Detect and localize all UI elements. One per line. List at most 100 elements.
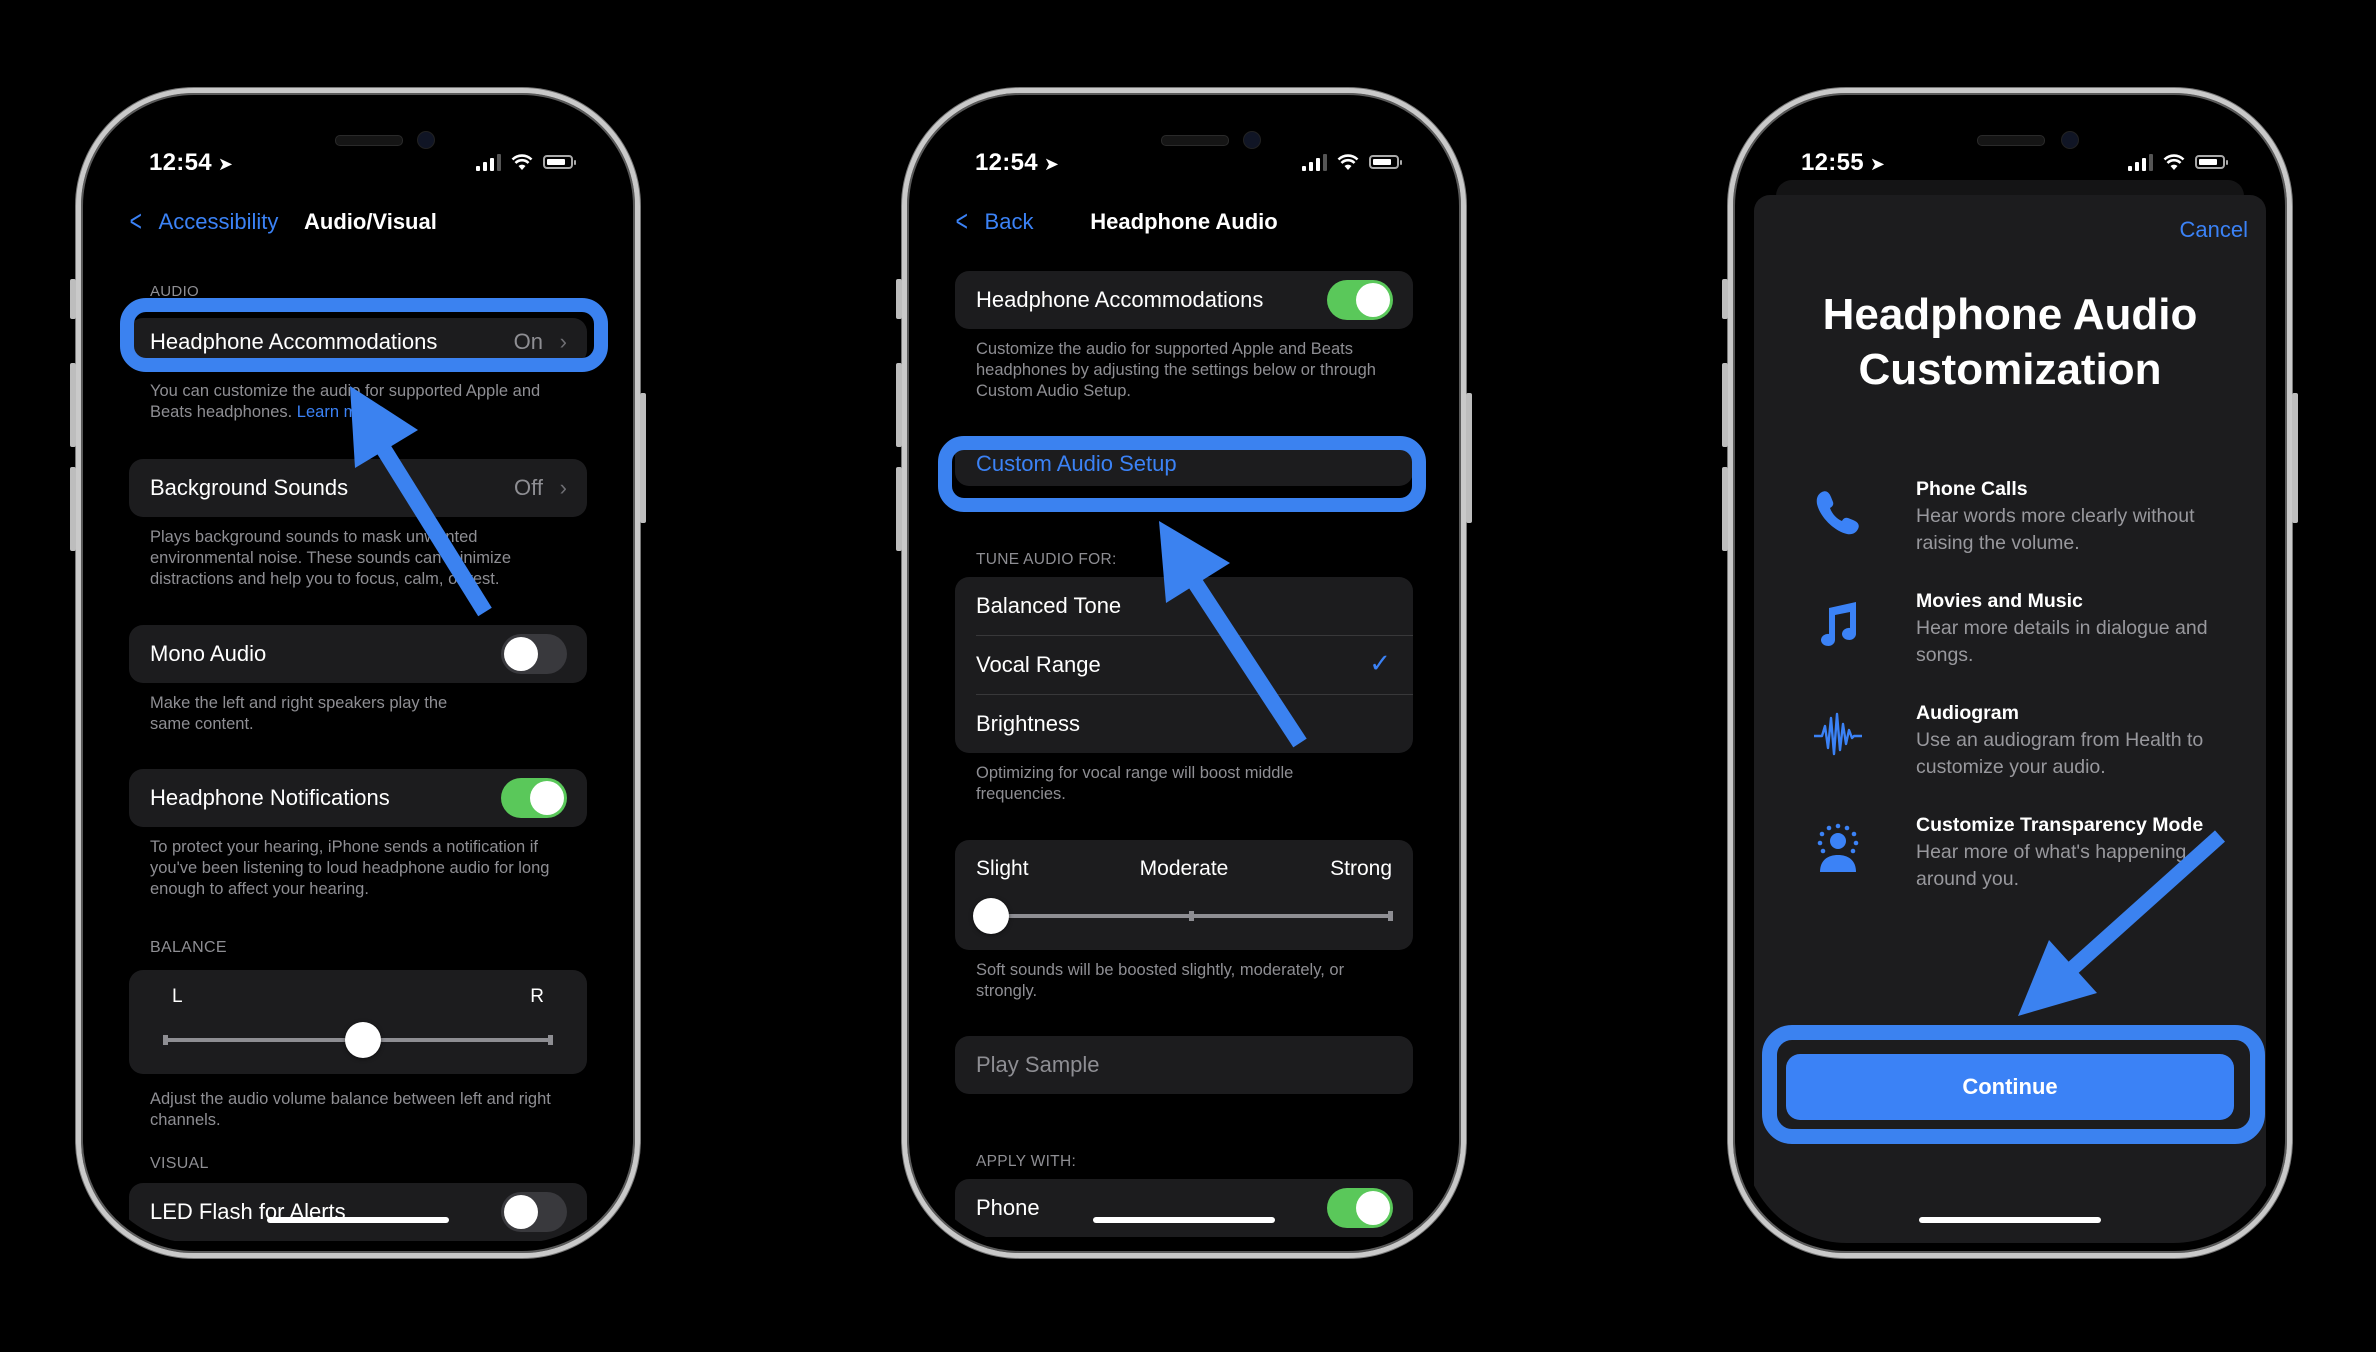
sheet-title: Headphone Audio Customization: [1754, 287, 2266, 397]
mono-audio-footer: Make the left and right speakers play th…: [150, 694, 448, 733]
background-sounds-cell[interactable]: Background Sounds Off ›: [129, 459, 587, 517]
status-time: 12:54 ➤: [975, 149, 1060, 176]
cell-label: Play Sample: [976, 1052, 1100, 1077]
play-sample-button[interactable]: Play Sample: [955, 1036, 1413, 1094]
phone-audio-visual: 12:54 ➤ < Accessibility Audio/Visual AUDIO…: [70, 88, 646, 1258]
front-camera: [2061, 131, 2079, 149]
chevron-left-icon: <: [129, 205, 142, 238]
balance-slider-thumb[interactable]: [345, 1022, 381, 1058]
headphone-accommodations-cell: Headphone Accommodations: [955, 271, 1413, 329]
apply-phone-toggle[interactable]: [1327, 1188, 1393, 1228]
phone-headphone-audio: 12:54 ➤ < Back Headphone Audio Headphone A…: [896, 88, 1472, 1258]
feature-title: Audiogram: [1916, 702, 2019, 724]
option-label: Vocal Range: [976, 652, 1101, 677]
battery-icon: [2195, 155, 2228, 169]
boost-slider-thumb[interactable]: [973, 898, 1009, 934]
section-header-audio: AUDIO: [150, 283, 200, 300]
battery-icon: [1369, 155, 1402, 169]
feature-title: Phone Calls: [1916, 478, 2028, 500]
tune-option[interactable]: Vocal Range ✓: [955, 636, 1413, 694]
cellular-signal-icon: [1302, 153, 1327, 171]
tune-footer: Optimizing for vocal range will boost mi…: [976, 764, 1294, 803]
cellular-signal-icon: [2128, 153, 2153, 171]
side-button: [896, 279, 902, 319]
volume-down-button: [70, 467, 76, 551]
toggle-knob: [504, 1195, 538, 1229]
feature-title: Movies and Music: [1916, 590, 2083, 612]
status-time: 12:55 ➤: [1801, 149, 1886, 176]
learn-more-link[interactable]: Learn more...: [297, 403, 395, 421]
back-label: Accessibility: [158, 209, 279, 234]
background-sounds-footer: Plays background sounds to mask unwanted…: [150, 528, 512, 588]
tune-options-group: Balanced Tone Vocal Range ✓ Brightness: [955, 577, 1413, 753]
checkmark-icon: ✓: [1369, 648, 1391, 678]
section-header-balance: BALANCE: [150, 939, 227, 956]
back-button[interactable]: < Accessibility: [127, 205, 279, 238]
toggle-knob: [1356, 1191, 1390, 1225]
cell-label: Custom Audio Setup: [976, 451, 1177, 476]
continue-button[interactable]: Continue: [1786, 1054, 2234, 1120]
screen: 12:55 ➤ Cancel Headphone Audio Customizat…: [1743, 103, 2277, 1243]
boost-slider-cell: Slight Moderate Strong: [955, 840, 1413, 950]
apply-phone-cell: Phone: [955, 1179, 1413, 1237]
headphone-notifications-footer: To protect your hearing, iPhone sends a …: [150, 838, 550, 898]
cell-label: Headphone Accommodations: [150, 329, 438, 354]
screen: 12:54 ➤ < Accessibility Audio/Visual AUDIO…: [91, 103, 625, 1243]
home-indicator[interactable]: [1093, 1217, 1275, 1223]
cell-value: Off: [514, 475, 543, 500]
power-button: [1466, 393, 1472, 523]
slider-tick: [1189, 911, 1194, 921]
page-title: Headphone Audio: [1090, 209, 1278, 234]
power-button: [640, 393, 646, 523]
location-arrow-icon: ➤: [1043, 154, 1060, 174]
option-label: Balanced Tone: [976, 593, 1122, 618]
screen: 12:54 ➤ < Back Headphone Audio Headphone A…: [917, 103, 1451, 1243]
feature-description: Hear more details in dialogue and songs.: [1916, 617, 2208, 666]
led-flash-cell: LED Flash for Alerts: [129, 1183, 587, 1241]
headphone-accommodations-toggle[interactable]: [1327, 280, 1393, 320]
wifi-icon: [2163, 154, 2185, 170]
feature-description: Use an audiogram from Health to customiz…: [1916, 729, 2204, 778]
mono-audio-toggle[interactable]: [501, 634, 567, 674]
headphone-accommodations-cell[interactable]: Headphone Accommodations On ›: [129, 318, 587, 364]
wifi-icon: [511, 154, 533, 170]
phone-audio-customization: 12:55 ➤ Cancel Headphone Audio Customizat…: [1722, 88, 2298, 1258]
cell-label: Headphone Accommodations: [976, 287, 1264, 312]
front-camera: [1243, 131, 1261, 149]
volume-up-button: [1722, 363, 1728, 447]
nav-bar: < Accessibility Audio/Visual: [91, 203, 625, 247]
speaker-grille: [1977, 135, 2045, 146]
balance-footer: Adjust the audio volume balance between …: [150, 1090, 551, 1129]
headphone-notifications-toggle[interactable]: [501, 778, 567, 818]
toggle-knob: [1356, 283, 1390, 317]
feature-description: Hear more of what's happening around you…: [1916, 841, 2187, 890]
home-indicator[interactable]: [267, 1217, 449, 1223]
battery-icon: [543, 155, 576, 169]
continue-label: Continue: [1962, 1074, 2058, 1099]
power-button: [2292, 393, 2298, 523]
boost-footer: Soft sounds will be boosted slightly, mo…: [976, 961, 1345, 1000]
front-camera: [417, 131, 435, 149]
title-line: Customization: [1858, 345, 2162, 394]
location-arrow-icon: ➤: [1869, 154, 1886, 174]
headphone-accommodations-footer: Customize the audio for supported Apple …: [976, 340, 1376, 400]
headphone-notifications-cell: Headphone Notifications: [129, 769, 587, 827]
page-title: Audio/Visual: [304, 209, 437, 234]
headphone-accommodations-footer: You can customize the audio for supporte…: [150, 382, 541, 421]
tune-option[interactable]: Brightness: [955, 695, 1413, 753]
slider-end-tick: [1388, 911, 1393, 921]
chevron-right-icon: ›: [559, 475, 567, 500]
cancel-button[interactable]: Cancel: [2180, 217, 2248, 243]
volume-up-button: [70, 363, 76, 447]
waveform-icon: [1814, 712, 1862, 756]
status-bar: 12:54 ➤: [91, 149, 625, 185]
custom-audio-setup-button[interactable]: Custom Audio Setup: [955, 440, 1413, 486]
modal-sheet: Cancel Headphone Audio Customization Pho…: [1754, 195, 2266, 1243]
feature-description: Hear words more clearly without raising …: [1916, 505, 2195, 554]
tune-option[interactable]: Balanced Tone: [955, 577, 1413, 635]
led-flash-toggle[interactable]: [501, 1192, 567, 1232]
side-button: [1722, 279, 1728, 319]
volume-down-button: [896, 467, 902, 551]
boost-label-strong: Strong: [1330, 857, 1392, 880]
home-indicator[interactable]: [1919, 1217, 2101, 1223]
